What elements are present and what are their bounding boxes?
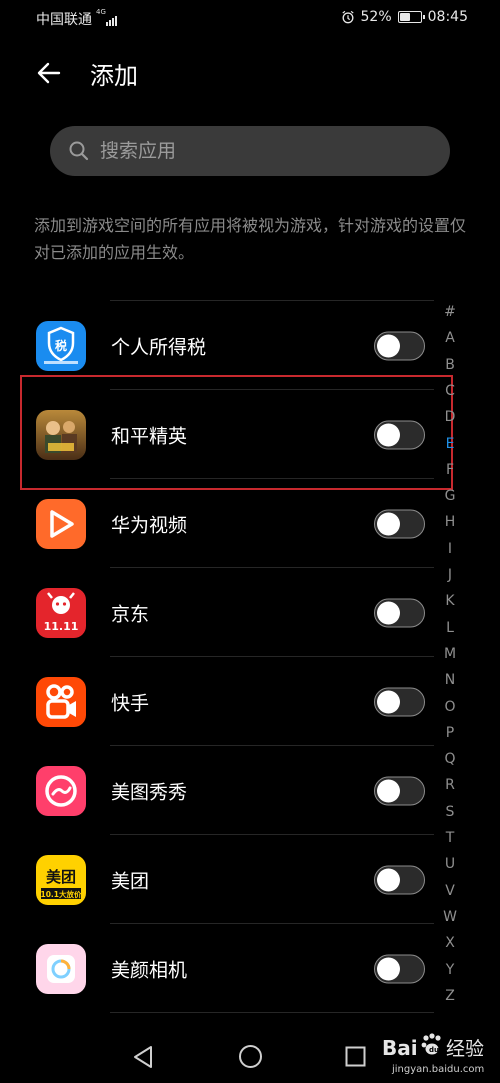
alpha-letter-j[interactable]: J bbox=[438, 567, 462, 583]
alpha-letter-c[interactable]: C bbox=[438, 383, 462, 399]
alpha-letter-a[interactable]: A bbox=[438, 330, 462, 346]
alpha-letter-o[interactable]: O bbox=[438, 699, 462, 715]
game-app-icon bbox=[36, 409, 86, 460]
alpha-letter-r[interactable]: R bbox=[438, 777, 462, 793]
alpha-letter-l[interactable]: L bbox=[438, 620, 462, 636]
svg-text:Bai: Bai bbox=[382, 1036, 418, 1060]
svg-text:10.1大放价: 10.1大放价 bbox=[40, 889, 82, 899]
row-divider bbox=[110, 1012, 434, 1013]
toggle-switch[interactable] bbox=[374, 598, 425, 627]
toggle-switch[interactable] bbox=[374, 420, 425, 449]
app-row[interactable]: 快手 bbox=[0, 657, 440, 746]
network-type: 4G bbox=[96, 8, 106, 16]
app-row[interactable]: 税 个人所得税 bbox=[0, 301, 440, 390]
nav-back-icon[interactable] bbox=[132, 1045, 154, 1069]
app-name: 华为视频 bbox=[111, 514, 188, 536]
app-row[interactable]: 11.11 京东 bbox=[0, 568, 440, 657]
beauty-camera-app-icon bbox=[36, 943, 86, 994]
clock-time: 08:45 bbox=[427, 9, 468, 25]
signal-icon: 4G bbox=[96, 8, 117, 26]
watermark-logo: Bai du 经验 bbox=[382, 1033, 484, 1060]
watermark: Bai du 经验 jingyan.baidu.com bbox=[380, 1028, 495, 1080]
alarm-icon bbox=[341, 10, 354, 24]
carrier-name: 中国联通 bbox=[36, 12, 92, 28]
meituan-app-icon: 美团 10.1大放价 bbox=[36, 854, 86, 905]
alpha-letter-d[interactable]: D bbox=[438, 409, 462, 425]
video-app-icon bbox=[36, 498, 86, 549]
alpha-letter-n[interactable]: N bbox=[438, 672, 462, 688]
watermark-url: jingyan.baidu.com bbox=[392, 1064, 485, 1075]
toggle-knob bbox=[377, 423, 400, 446]
alpha-letter-f[interactable]: F bbox=[438, 462, 462, 478]
toggle-knob bbox=[377, 868, 400, 891]
app-row[interactable]: 美团 10.1大放价 美团 bbox=[0, 835, 440, 924]
svg-text:经验: 经验 bbox=[446, 1038, 484, 1060]
svg-text:11.11: 11.11 bbox=[44, 620, 79, 633]
status-right: 52% 08:45 bbox=[341, 9, 468, 25]
toggle-knob bbox=[377, 334, 400, 357]
alpha-letter-p[interactable]: P bbox=[438, 725, 462, 741]
alpha-letter-s[interactable]: S bbox=[438, 804, 462, 820]
alpha-letter-e[interactable]: E bbox=[438, 436, 462, 452]
nav-recent-icon[interactable] bbox=[345, 1046, 366, 1067]
toggle-switch[interactable] bbox=[374, 776, 425, 805]
alpha-letter-h[interactable]: H bbox=[438, 514, 462, 530]
app-name: 京东 bbox=[111, 603, 150, 625]
status-bar: 中国联通 4G 52% 08:45 bbox=[0, 0, 500, 36]
app-name: 个人所得税 bbox=[111, 336, 207, 358]
app-name: 和平精英 bbox=[111, 425, 188, 447]
toggle-knob bbox=[377, 601, 400, 624]
alpha-letter-y[interactable]: Y bbox=[438, 962, 462, 978]
app-name: 美颜相机 bbox=[111, 959, 188, 981]
battery-percent: 52% bbox=[360, 9, 392, 25]
alpha-letter-q[interactable]: Q bbox=[438, 751, 462, 767]
toggle-switch[interactable] bbox=[374, 509, 425, 538]
alpha-letter-x[interactable]: X bbox=[438, 935, 462, 951]
alpha-letter-z[interactable]: Z bbox=[438, 988, 462, 1004]
toggle-knob bbox=[377, 957, 400, 980]
alpha-letter-w[interactable]: W bbox=[438, 909, 462, 925]
toggle-switch[interactable] bbox=[374, 331, 425, 360]
page-title: 添加 bbox=[90, 62, 138, 90]
status-left: 中国联通 4G bbox=[36, 9, 117, 29]
toggle-switch[interactable] bbox=[374, 865, 425, 894]
alpha-letter-g[interactable]: G bbox=[438, 488, 462, 504]
toggle-knob bbox=[377, 779, 400, 802]
app-name: 美团 bbox=[111, 870, 150, 892]
alpha-letter-i[interactable]: I bbox=[438, 541, 462, 557]
nav-home-icon[interactable] bbox=[238, 1044, 263, 1069]
app-row[interactable]: 美颜相机 bbox=[0, 924, 440, 1013]
header: 添加 bbox=[0, 50, 500, 96]
alpha-letter-v[interactable]: V bbox=[438, 883, 462, 899]
toggle-switch[interactable] bbox=[374, 954, 425, 983]
meitu-app-icon bbox=[36, 765, 86, 816]
app-row[interactable]: 和平精英 bbox=[0, 390, 440, 479]
toggle-knob bbox=[377, 512, 400, 535]
alpha-letter-k[interactable]: K bbox=[438, 593, 462, 609]
battery-icon bbox=[397, 11, 425, 23]
toggle-switch[interactable] bbox=[374, 687, 425, 716]
description-text: 添加到游戏空间的所有应用将被视为游戏，针对游戏的设置仅对已添加的应用生效。 bbox=[34, 216, 467, 262]
svg-text:du: du bbox=[429, 1046, 439, 1054]
search-icon bbox=[69, 141, 89, 161]
tax-app-icon: 税 bbox=[36, 320, 86, 371]
app-name: 美图秀秀 bbox=[111, 781, 188, 803]
svg-text:税: 税 bbox=[55, 338, 67, 353]
app-row[interactable]: 华为视频 bbox=[0, 479, 440, 568]
app-name: 快手 bbox=[111, 692, 150, 714]
alpha-letter-m[interactable]: M bbox=[438, 646, 462, 662]
alpha-letter-hash[interactable]: # bbox=[438, 304, 462, 320]
alpha-letter-t[interactable]: T bbox=[438, 830, 462, 846]
arrow-left-icon[interactable] bbox=[34, 58, 64, 88]
alpha-letter-u[interactable]: U bbox=[438, 856, 462, 872]
jd-app-icon: 11.11 bbox=[36, 587, 86, 638]
search-input[interactable] bbox=[100, 126, 430, 176]
search-bar[interactable] bbox=[50, 126, 450, 176]
alpha-letter-b[interactable]: B bbox=[438, 357, 462, 373]
toggle-knob bbox=[377, 690, 400, 713]
svg-text:美团: 美团 bbox=[46, 868, 76, 886]
kuaishou-app-icon bbox=[36, 676, 86, 727]
app-row[interactable]: 美图秀秀 bbox=[0, 746, 440, 835]
